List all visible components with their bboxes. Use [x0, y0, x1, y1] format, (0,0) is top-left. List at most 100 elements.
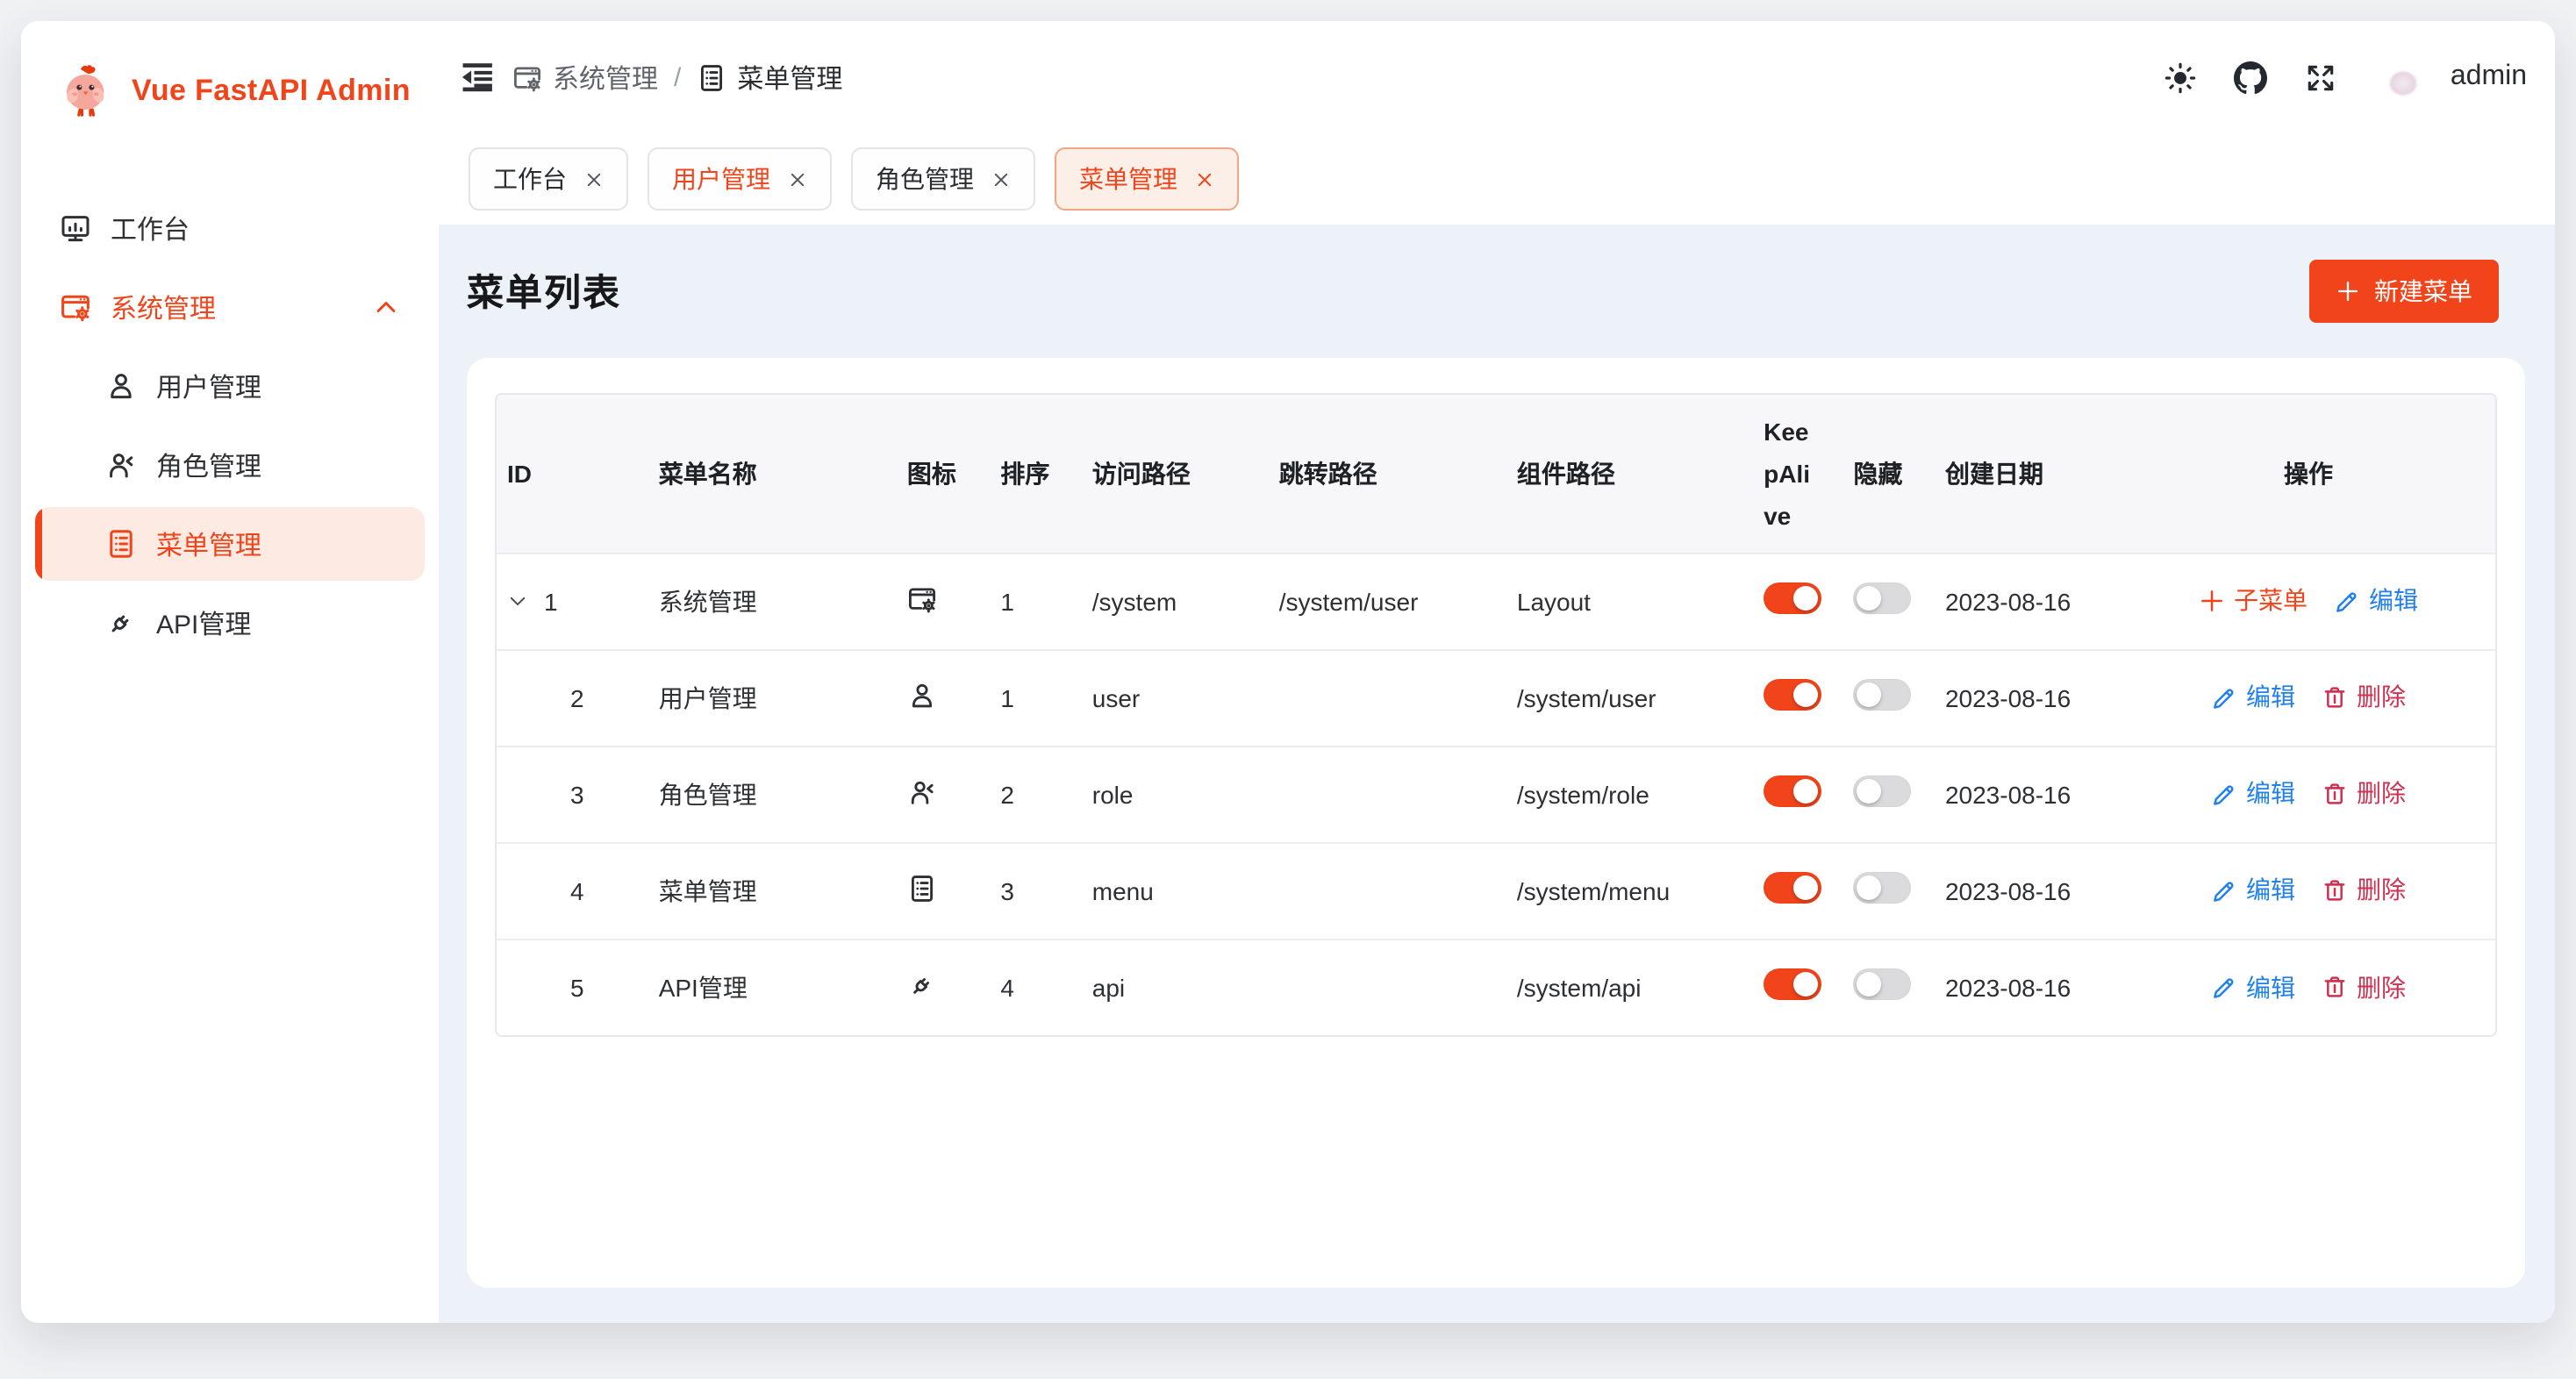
action-label: 编辑: [2246, 680, 2295, 715]
action-edit[interactable]: 编辑: [2211, 680, 2295, 715]
menu-table-wrap: ID菜单名称图标排序访问路径跳转路径组件路径KeepAlive隐藏创建日期操作 …: [495, 393, 2497, 1037]
theme-button[interactable]: [2165, 61, 2198, 94]
user-menu[interactable]: admin: [2375, 48, 2527, 106]
keepalive-toggle[interactable]: [1764, 872, 1821, 904]
cell-path: user: [1071, 649, 1258, 746]
column-header-actions: 操作: [2122, 395, 2495, 553]
hidden-toggle[interactable]: [1854, 775, 1912, 807]
sidebar-menu: 工作台 系统管理 用户管理 角色管理 菜单管理 API管理: [21, 161, 439, 665]
row-id: 3: [570, 780, 584, 808]
action-label: 编辑: [2369, 583, 2418, 618]
cell-date: 2023-08-16: [1924, 746, 2122, 842]
tab-label: 用户管理: [672, 161, 770, 196]
sidebar-item-menu[interactable]: 菜单管理: [35, 507, 425, 581]
close-icon[interactable]: [584, 169, 604, 189]
trash-icon: [2322, 781, 2348, 807]
sidebar-item-label: 用户管理: [156, 368, 261, 404]
cell-component: Layout: [1496, 553, 1742, 649]
sidebar-item-user[interactable]: 用户管理: [35, 349, 425, 423]
pencil-icon: [2211, 781, 2237, 807]
hidden-toggle[interactable]: [1854, 969, 1912, 1001]
close-icon[interactable]: [788, 169, 807, 189]
row-id: 4: [570, 876, 584, 904]
tab-role[interactable]: 角色管理: [851, 147, 1035, 211]
user-icon: [105, 370, 137, 402]
breadcrumb: 系统管理 / 菜单管理: [512, 59, 842, 96]
cell-order: 2: [979, 746, 1070, 842]
breadcrumb-item-menu[interactable]: 菜单管理: [697, 59, 842, 96]
plus-icon: [2199, 588, 2225, 614]
collapse-sidebar-button[interactable]: [460, 60, 495, 95]
sidebar-item-workbench[interactable]: 工作台: [35, 191, 425, 265]
hidden-toggle[interactable]: [1854, 872, 1912, 904]
pencil-icon: [2211, 877, 2237, 904]
keepalive-toggle[interactable]: [1764, 969, 1821, 1001]
keepalive-toggle[interactable]: [1764, 582, 1821, 614]
row-id: 1: [544, 587, 558, 615]
sidebar-item-label: 角色管理: [156, 447, 261, 483]
cell-actions: 编辑 删除: [2122, 746, 2495, 842]
menu-fold-icon: [460, 60, 495, 95]
action-label: 删除: [2357, 776, 2406, 811]
expand-row-icon[interactable]: [507, 590, 528, 611]
cell-redirect: [1258, 842, 1496, 939]
action-delete[interactable]: 删除: [2322, 776, 2406, 811]
action-edit[interactable]: 编辑: [2334, 583, 2418, 618]
action-delete[interactable]: 删除: [2322, 969, 2406, 1004]
close-icon[interactable]: [991, 169, 1011, 189]
fullscreen-button[interactable]: [2305, 61, 2338, 94]
pencil-icon: [2211, 974, 2237, 1000]
row-id: 2: [570, 683, 584, 711]
cell-keepalive: [1742, 746, 1832, 842]
plus-icon: [2336, 279, 2360, 304]
breadcrumb-item-system[interactable]: 系统管理: [512, 59, 658, 96]
sidebar-item-role[interactable]: 角色管理: [35, 428, 425, 502]
cell-component: /system/api: [1496, 939, 1742, 1035]
tab-menu[interactable]: 菜单管理: [1055, 147, 1239, 211]
role-icon: [105, 449, 137, 481]
column-header-redirect: 跳转路径: [1258, 395, 1496, 553]
menu-icon: [105, 528, 137, 560]
sidebar-item-system[interactable]: 系统管理: [35, 270, 425, 344]
action-label: 删除: [2357, 873, 2406, 908]
cell-order: 1: [979, 553, 1070, 649]
action-submenu[interactable]: 子菜单: [2199, 583, 2308, 618]
cell-icon: [886, 842, 979, 939]
sidebar-item-api[interactable]: API管理: [35, 586, 425, 660]
cell-order: 3: [979, 842, 1070, 939]
hidden-toggle[interactable]: [1854, 582, 1912, 614]
action-edit[interactable]: 编辑: [2211, 969, 2295, 1004]
cell-hidden: [1833, 842, 1924, 939]
action-delete[interactable]: 删除: [2322, 680, 2406, 715]
action-edit[interactable]: 编辑: [2211, 776, 2295, 811]
cell-order: 4: [979, 939, 1070, 1035]
sidebar-item-label: 系统管理: [111, 289, 216, 325]
keepalive-toggle[interactable]: [1764, 679, 1821, 711]
action-edit[interactable]: 编辑: [2211, 873, 2295, 908]
cell-hidden: [1833, 939, 1924, 1035]
cell-id: 2: [497, 649, 638, 746]
tab-workbench[interactable]: 工作台: [469, 147, 628, 211]
cell-redirect: /system/user: [1258, 553, 1496, 649]
cell-icon: [886, 939, 979, 1035]
github-button[interactable]: [2235, 61, 2268, 94]
hidden-toggle[interactable]: [1854, 679, 1912, 711]
close-icon[interactable]: [1195, 169, 1214, 189]
action-delete[interactable]: 删除: [2322, 873, 2406, 908]
avatar[interactable]: [2375, 48, 2433, 106]
new-menu-button[interactable]: 新建菜单: [2309, 260, 2499, 323]
cell-path: /system: [1071, 553, 1258, 649]
api-icon: [907, 970, 937, 1000]
cell-actions: 编辑 删除: [2122, 649, 2495, 746]
column-header-order: 排序: [979, 395, 1070, 553]
cell-component: /system/role: [1496, 746, 1742, 842]
cell-icon: [886, 553, 979, 649]
cell-redirect: [1258, 649, 1496, 746]
trash-icon: [2322, 974, 2348, 1000]
sidebar-item-label: API管理: [156, 604, 251, 641]
pencil-icon: [2211, 684, 2237, 711]
tab-user[interactable]: 用户管理: [648, 147, 832, 211]
keepalive-toggle[interactable]: [1764, 775, 1821, 807]
table-row: 5 API管理 4 api /system/api 2023-08-16 编辑 …: [497, 939, 2495, 1035]
column-header-keepalive: KeepAlive: [1742, 395, 1832, 553]
